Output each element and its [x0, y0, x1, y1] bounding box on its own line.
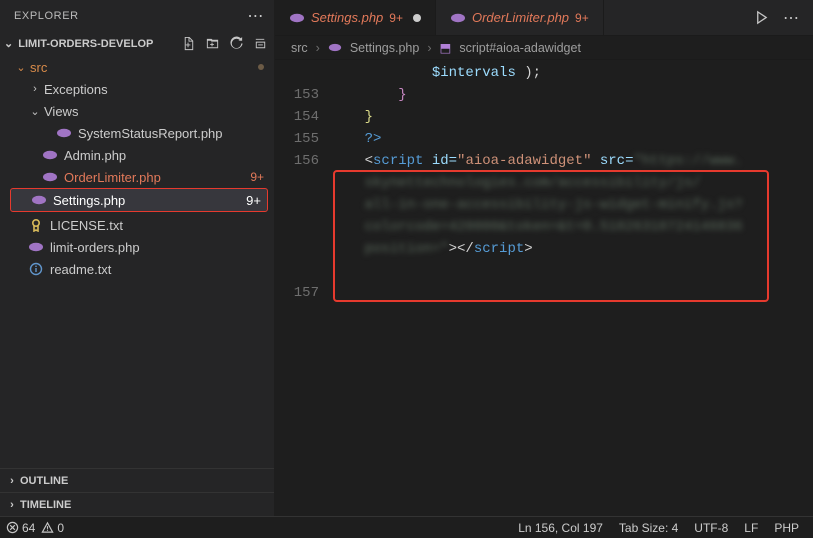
chevron-down-icon: ⌄ — [14, 61, 28, 74]
file-orderlimiter[interactable]: OrderLimiter.php 9+ — [0, 166, 274, 188]
workspace-name: LIMIT-ORDERS-DEVELOP — [18, 38, 153, 50]
collapse-all-icon[interactable] — [253, 36, 268, 51]
file-settings[interactable]: Settings.php 9+ — [10, 188, 268, 212]
eol[interactable]: LF — [744, 521, 758, 535]
warning-icon — [41, 521, 54, 534]
chevron-down-icon: ⌄ — [4, 38, 13, 50]
file-readme[interactable]: readme.txt — [0, 258, 274, 280]
php-icon — [450, 12, 466, 24]
ellipsis-icon[interactable]: ⋯ — [247, 6, 264, 26]
explorer-sidebar: EXPLORER ⋯ ⌄ LIMIT-ORDERS-DEVELOP ⌄ src — [0, 0, 275, 516]
php-icon — [328, 42, 342, 53]
file-systemstatusreport[interactable]: SystemStatusReport.php — [0, 122, 274, 144]
file-admin[interactable]: Admin.php — [0, 144, 274, 166]
warnings-count[interactable]: 0 — [41, 521, 64, 535]
tab-settings[interactable]: Settings.php 9+ — [275, 0, 436, 35]
workspace-header[interactable]: ⌄ LIMIT-ORDERS-DEVELOP — [0, 30, 274, 56]
tab-size[interactable]: Tab Size: 4 — [619, 521, 678, 535]
run-icon[interactable] — [754, 10, 769, 25]
cursor-position[interactable]: Ln 156, Col 197 — [518, 521, 603, 535]
ellipsis-icon[interactable]: ⋯ — [783, 8, 799, 28]
code-body[interactable]: $intervals ); } } ?> <script id="aioa-ad… — [331, 60, 813, 516]
dirty-indicator-icon — [413, 14, 421, 22]
info-icon — [28, 261, 44, 277]
file-tree: ⌄ src › Exceptions ⌄ Views SystemStatusR… — [0, 56, 274, 468]
chevron-right-icon: › — [28, 83, 42, 95]
errors-count[interactable]: 64 — [6, 521, 35, 535]
breadcrumb-item[interactable]: src — [291, 41, 308, 55]
git-badge: 9+ — [246, 193, 261, 208]
php-icon — [31, 194, 47, 206]
breadcrumb[interactable]: src › Settings.php › ⬒ script#aioa-adawi… — [275, 36, 813, 60]
breadcrumb-item[interactable]: Settings.php — [350, 41, 420, 55]
chevron-right-icon: › — [4, 499, 20, 511]
folder-views[interactable]: ⌄ Views — [0, 100, 274, 122]
folder-src[interactable]: ⌄ src — [0, 56, 274, 78]
encoding[interactable]: UTF-8 — [694, 521, 728, 535]
editor-tabs: Settings.php 9+ OrderLimiter.php 9+ ⋯ — [275, 0, 813, 36]
php-icon — [289, 12, 305, 24]
file-license[interactable]: LICENSE.txt — [0, 214, 274, 236]
php-icon — [42, 169, 58, 185]
error-icon — [6, 521, 19, 534]
chevron-right-icon: › — [316, 41, 320, 55]
php-icon — [56, 125, 72, 141]
new-file-icon[interactable] — [181, 36, 196, 51]
chevron-right-icon: › — [4, 475, 20, 487]
chevron-down-icon: ⌄ — [28, 105, 42, 118]
chevron-right-icon: › — [427, 41, 431, 55]
highlight-box — [333, 170, 769, 302]
line-gutter: 153 154 155 156 157 — [275, 60, 331, 516]
breadcrumb-item[interactable]: script#aioa-adawidget — [459, 41, 581, 55]
license-icon — [28, 217, 44, 233]
refresh-icon[interactable] — [229, 36, 244, 51]
git-badge: 9+ — [250, 170, 264, 184]
php-icon — [28, 239, 44, 255]
file-limitorders[interactable]: limit-orders.php — [0, 236, 274, 258]
outline-panel[interactable]: › OUTLINE — [0, 468, 274, 492]
modified-dot-icon — [258, 64, 264, 70]
code-editor[interactable]: 153 154 155 156 157 $intervals ); } } ?> — [275, 60, 813, 516]
script-tag-icon: ⬒ — [440, 40, 452, 55]
language-mode[interactable]: PHP — [774, 521, 799, 535]
tab-orderlimiter[interactable]: OrderLimiter.php 9+ — [436, 0, 604, 35]
new-folder-icon[interactable] — [205, 36, 220, 51]
php-icon — [42, 147, 58, 163]
folder-exceptions[interactable]: › Exceptions — [0, 78, 274, 100]
timeline-panel[interactable]: › TIMELINE — [0, 492, 274, 516]
explorer-title: EXPLORER — [14, 10, 79, 22]
status-bar: 64 0 Ln 156, Col 197 Tab Size: 4 UTF-8 L… — [0, 516, 813, 538]
